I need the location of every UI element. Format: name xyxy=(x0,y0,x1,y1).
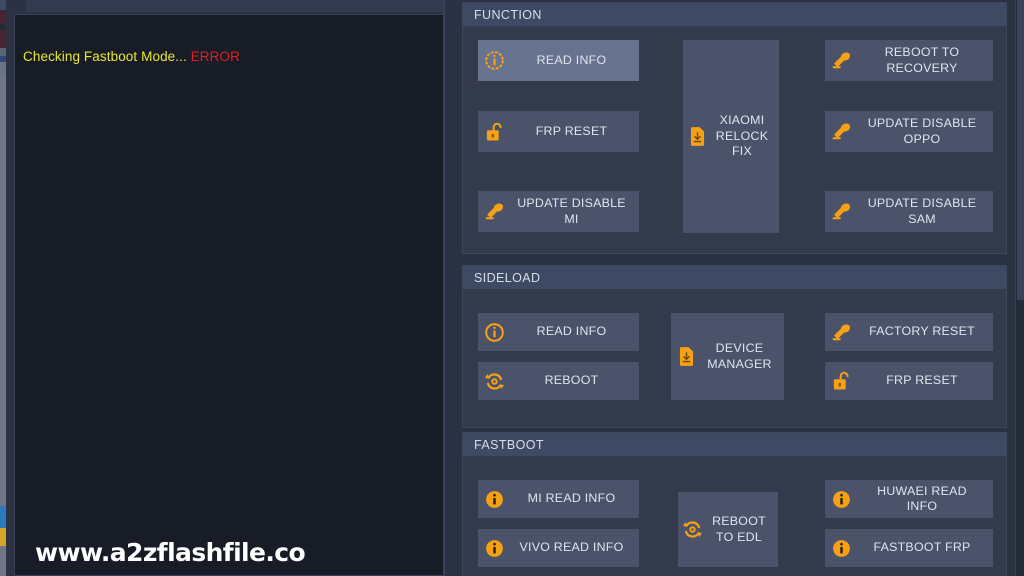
function-update-disable-oppo-button[interactable]: UPDATE DISABLE OPPO xyxy=(825,111,993,152)
function-update-disable-oppo-label: UPDATE DISABLE OPPO xyxy=(867,116,977,146)
hammer-icon xyxy=(825,50,857,71)
panel-fastboot-body: MI READ INFO VIVO READ INFO REBOOT TO ED… xyxy=(463,456,1006,576)
function-read-info-button[interactable]: READ INFO xyxy=(478,40,639,81)
info-badge-icon xyxy=(478,489,510,510)
sideload-reboot-button[interactable]: REBOOT xyxy=(478,362,639,400)
log-line: Checking Fastboot Mode... ERROR xyxy=(23,49,240,64)
info-badge-icon xyxy=(825,489,857,510)
site-watermark: www.a2zflashfile.co xyxy=(35,538,306,567)
function-frp-reset-label: FRP RESET xyxy=(535,123,608,138)
function-update-disable-sam-button[interactable]: UPDATE DISABLE SAM xyxy=(825,191,993,232)
sideload-read-info-button[interactable]: READ INFO xyxy=(478,313,639,351)
sideload-frp-reset-button[interactable]: FRP RESET xyxy=(825,362,993,400)
left-toolbar-strip xyxy=(26,0,443,12)
sideload-frp-reset-label: FRP RESET xyxy=(886,373,958,388)
panel-function-body: READ INFO FRP RESET UPDATE DISABLE MI XI… xyxy=(463,26,1006,253)
function-xiaomi-relock-fix-label: XIAOMI RELOCK FIX xyxy=(715,113,769,159)
right-panel-scrollbar[interactable] xyxy=(1015,0,1024,576)
hammer-icon xyxy=(825,201,857,222)
fastboot-mi-read-info-label: MI READ INFO xyxy=(527,491,616,506)
fastboot-huwaei-read-info-button[interactable]: HUWAEI READ INFO xyxy=(825,480,993,518)
function-update-disable-mi-label: UPDATE DISABLE MI xyxy=(517,196,626,226)
fastboot-huwaei-read-info-label: HUWAEI READ INFO xyxy=(877,483,967,514)
hammer-icon xyxy=(825,322,857,343)
panel-sideload-header: SIDELOAD xyxy=(463,266,1006,289)
hammer-icon xyxy=(825,121,857,142)
panel-function-title: FUNCTION xyxy=(474,7,542,22)
log-status: ERROR xyxy=(190,49,240,64)
log-output-panel[interactable]: Checking Fastboot Mode... ERROR www.a2zf… xyxy=(14,14,445,576)
fastboot-vivo-read-info-label: VIVO READ INFO xyxy=(519,540,624,555)
panel-divider xyxy=(443,0,445,576)
refresh-icon xyxy=(478,371,510,392)
function-update-disable-sam-label: UPDATE DISABLE SAM xyxy=(867,196,977,226)
fastboot-frp-label: FASTBOOT FRP xyxy=(873,540,971,555)
sideload-device-manager-label: DEVICE MANAGER xyxy=(707,341,772,371)
panel-sideload-body: READ INFO REBOOT DEVICE MANAGER FACTORY … xyxy=(463,289,1006,427)
panel-sideload: SIDELOAD READ INFO REBOOT DEVICE MANAGER… xyxy=(462,265,1007,428)
sideload-device-manager-button[interactable]: DEVICE MANAGER xyxy=(671,313,784,400)
sideload-reboot-label: REBOOT xyxy=(544,373,599,388)
log-message: Checking Fastboot Mode... xyxy=(23,49,187,64)
sideload-factory-reset-label: FACTORY RESET xyxy=(869,324,975,339)
unlock-padlock-icon xyxy=(478,121,510,143)
fastboot-mi-read-info-button[interactable]: MI READ INFO xyxy=(478,480,639,518)
hammer-icon xyxy=(478,201,510,222)
function-read-info-label: READ INFO xyxy=(536,52,607,67)
sideload-read-info-label: READ INFO xyxy=(536,324,607,339)
function-update-disable-mi-button[interactable]: UPDATE DISABLE MI xyxy=(478,191,639,232)
left-column: Checking Fastboot Mode... ERROR www.a2zf… xyxy=(6,0,457,576)
info-circle-icon xyxy=(478,50,510,71)
panel-fastboot-header: FASTBOOT xyxy=(463,433,1006,456)
function-reboot-to-recovery-button[interactable]: REBOOT TO RECOVERY xyxy=(825,40,993,81)
fastboot-reboot-to-edl-label: REBOOT TO EDL xyxy=(712,514,766,544)
info-circle-icon xyxy=(478,322,510,343)
panel-fastboot: FASTBOOT MI READ INFO VIVO READ INFO REB… xyxy=(462,432,1007,576)
sideload-factory-reset-button[interactable]: FACTORY RESET xyxy=(825,313,993,351)
right-column: FUNCTION READ INFO FRP RESET UPDATE DISA… xyxy=(458,0,1024,576)
info-badge-icon xyxy=(478,538,510,559)
function-reboot-to-recovery-label: REBOOT TO RECOVERY xyxy=(884,45,960,75)
info-badge-icon xyxy=(825,538,857,559)
function-xiaomi-relock-fix-button[interactable]: XIAOMI RELOCK FIX xyxy=(683,40,779,233)
unlock-padlock-icon xyxy=(825,370,857,392)
fastboot-reboot-to-edl-button[interactable]: REBOOT TO EDL xyxy=(678,492,778,567)
app-window: Checking Fastboot Mode... ERROR www.a2zf… xyxy=(0,0,1024,576)
sim-download-icon xyxy=(671,346,701,367)
panel-function-header: FUNCTION xyxy=(463,3,1006,26)
refresh-icon xyxy=(678,519,706,540)
panel-function: FUNCTION READ INFO FRP RESET UPDATE DISA… xyxy=(462,2,1007,254)
panel-sideload-title: SIDELOAD xyxy=(474,270,541,285)
panel-fastboot-title: FASTBOOT xyxy=(474,437,544,452)
function-frp-reset-button[interactable]: FRP RESET xyxy=(478,111,639,152)
fastboot-frp-button[interactable]: FASTBOOT FRP xyxy=(825,529,993,567)
sim-download-icon xyxy=(683,126,711,147)
scrollbar-thumb[interactable] xyxy=(1017,0,1024,300)
fastboot-vivo-read-info-button[interactable]: VIVO READ INFO xyxy=(478,529,639,567)
